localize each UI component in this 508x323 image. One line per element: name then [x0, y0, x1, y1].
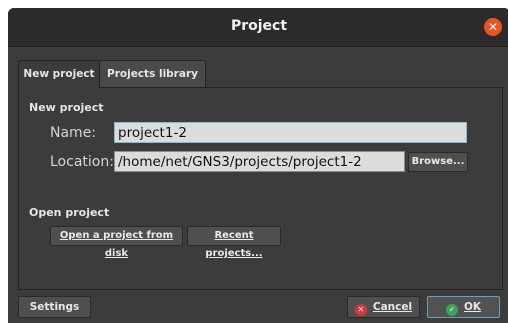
open-project-heading: Open project [29, 206, 110, 219]
settings-button[interactable]: Settings [18, 296, 91, 318]
tab-projects-library[interactable]: Projects library [99, 60, 206, 88]
recent-projects-button[interactable]: Recent projects... [187, 226, 281, 259]
cancel-button[interactable]: ✕ Cancel [347, 296, 420, 318]
project-dialog: Project ✕ New project Projects library N… [8, 8, 508, 323]
new-project-panel: New project Name: project1-2 Location: /… [18, 87, 503, 290]
tab-new-project[interactable]: New project [18, 60, 100, 89]
browse-button[interactable]: Browse... [408, 152, 468, 172]
close-button[interactable]: ✕ [484, 18, 502, 36]
close-icon: ✕ [487, 20, 499, 34]
name-label: Name: [50, 125, 97, 141]
ok-label: OK [463, 301, 482, 313]
check-icon: ✓ [445, 304, 458, 316]
cancel-label: Cancel [372, 301, 413, 313]
name-input[interactable]: project1-2 [114, 122, 467, 143]
new-project-heading: New project [29, 101, 104, 114]
open-from-disk-button[interactable]: Open a project from disk [50, 226, 183, 259]
location-input[interactable]: /home/net/GNS3/projects/project1-2 [114, 151, 405, 172]
cancel-icon: ✕ [354, 304, 367, 316]
window-title: Project [230, 18, 288, 34]
title-bar: Project ✕ [8, 8, 508, 47]
ok-button[interactable]: ✓ OK [427, 296, 500, 318]
location-label: Location: [50, 154, 114, 170]
